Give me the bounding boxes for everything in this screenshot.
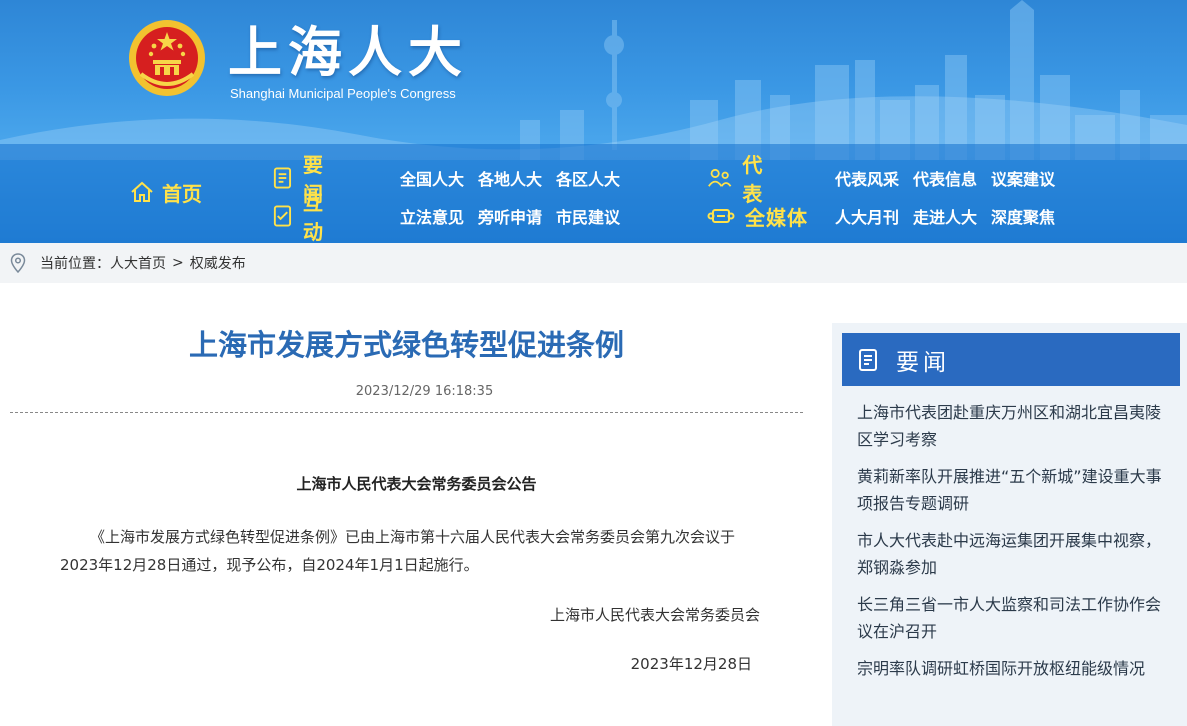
home-icon bbox=[131, 181, 153, 202]
nav-link-district-npc[interactable]: 各区人大 bbox=[556, 166, 620, 190]
breadcrumb-prefix: 当前位置： bbox=[40, 256, 110, 272]
nav-link-citizen-suggestions[interactable]: 市民建议 bbox=[556, 204, 620, 228]
news-item[interactable]: 市人大代表赴中远海运集团开展集中视察，郑钢淼参加 bbox=[857, 527, 1172, 581]
notice-title: 上海市人民代表大会常务委员会公告 bbox=[296, 475, 537, 493]
nav-link-provincial-npc[interactable]: 各地人大 bbox=[478, 166, 542, 190]
breadcrumb-separator: > bbox=[172, 255, 184, 271]
site-title: 上海人大 bbox=[228, 20, 468, 84]
news-item[interactable]: 上海市代表团赴重庆万州区和湖北宜昌夷陵区学习考察 bbox=[857, 399, 1172, 453]
nav-group-interaction: 互 动 立法意见 旁听申请 市民建议 bbox=[272, 191, 620, 243]
site-header: 上海人大 Shanghai Municipal People's Congres… bbox=[0, 0, 1187, 243]
news-item[interactable]: 长三角三省一市人大监察和司法工作协作会议在沪召开 bbox=[857, 591, 1172, 645]
nav-link-legislative-opinion[interactable]: 立法意见 bbox=[400, 204, 464, 228]
breadcrumb: 当前位置： 人大首页 > 权威发布 bbox=[0, 243, 1187, 283]
checklist-icon bbox=[273, 205, 292, 227]
news-item[interactable]: 宗明率队调研虹桥国际开放枢纽能级情况 bbox=[857, 655, 1172, 682]
breadcrumb-home-link[interactable]: 人大首页 bbox=[110, 253, 166, 273]
nav-group-deputies: 代 表 代表风采 代表信息 议案建议 bbox=[707, 153, 1055, 206]
breadcrumb-current[interactable]: 权威发布 bbox=[190, 253, 246, 273]
sidebar-title: 要闻 bbox=[896, 349, 950, 376]
people-icon bbox=[708, 168, 732, 187]
location-pin-icon bbox=[10, 253, 26, 273]
article-datetime: 2023/12/29 16:18:35 bbox=[355, 384, 494, 399]
nav-link-deputy-info[interactable]: 代表信息 bbox=[913, 166, 977, 190]
national-emblem-logo bbox=[129, 20, 205, 96]
news-item[interactable]: 黄莉新率队开展推进“五个新城”建设重大事项报告专题调研 bbox=[857, 463, 1172, 517]
nav-link-in-depth[interactable]: 深度聚焦 bbox=[991, 204, 1055, 228]
media-icon bbox=[707, 209, 735, 223]
nav-link-attendance-application[interactable]: 旁听申请 bbox=[478, 204, 542, 228]
divider bbox=[10, 412, 803, 413]
nav-link-deputy-profiles[interactable]: 代表风采 bbox=[835, 166, 899, 190]
nav-home-link[interactable]: 首页 bbox=[130, 178, 202, 206]
sidebar-news: 要闻 上海市代表团赴重庆万州区和湖北宜昌夷陵区学习考察 黄莉新率队开展推进“五个… bbox=[832, 323, 1187, 726]
nav-interaction-heading[interactable]: 互 动 bbox=[272, 187, 400, 243]
nav-group-media: 全媒体 人大月刊 走进人大 深度聚焦 bbox=[707, 202, 1055, 230]
nav-link-proposals[interactable]: 议案建议 bbox=[991, 166, 1055, 190]
nav-deputies-heading[interactable]: 代 表 bbox=[707, 149, 835, 207]
nav-link-visit-npc[interactable]: 走进人大 bbox=[913, 204, 977, 228]
nav-home-label: 首页 bbox=[162, 181, 202, 206]
article-title: 上海市发展方式绿色转型促进条例 bbox=[188, 328, 624, 362]
nav-link-national-npc[interactable]: 全国人大 bbox=[400, 166, 464, 190]
news-list: 上海市代表团赴重庆万州区和湖北宜昌夷陵区学习考察 黄莉新率队开展推进“五个新城”… bbox=[857, 399, 1172, 692]
nav-link-monthly-magazine[interactable]: 人大月刊 bbox=[835, 204, 899, 228]
notice-date: 2023年12月28日 bbox=[630, 655, 752, 673]
sidebar-header[interactable]: 要闻 bbox=[842, 333, 1180, 386]
nav-media-heading[interactable]: 全媒体 bbox=[707, 202, 835, 231]
notice-signer: 上海市人民代表大会常务委员会 bbox=[549, 606, 760, 624]
news-icon bbox=[859, 348, 877, 371]
notice-body: 《上海市发展方式绿色转型促进条例》已由上海市第十六届人民代表大会常务委员会第九次… bbox=[60, 528, 736, 574]
site-subtitle: Shanghai Municipal People's Congress bbox=[230, 86, 456, 101]
